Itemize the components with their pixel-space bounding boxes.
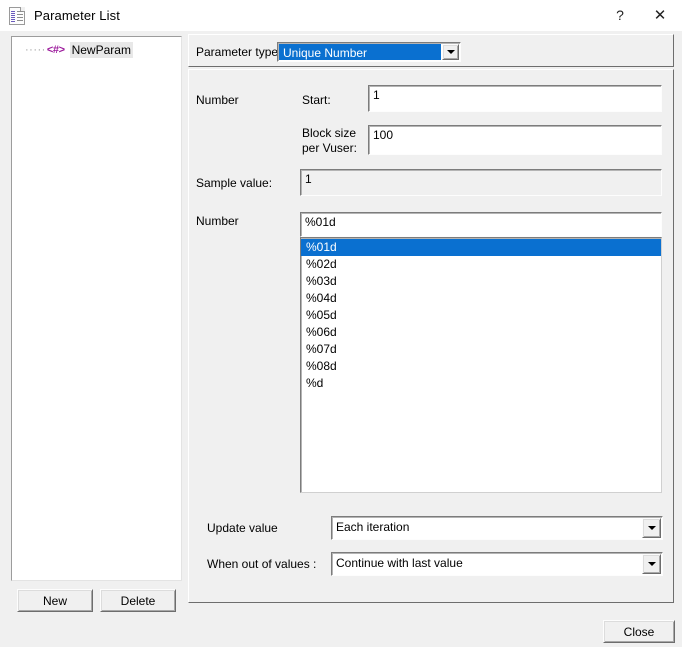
new-button[interactable]: New bbox=[17, 589, 93, 612]
tree-item-label: NewParam bbox=[69, 41, 133, 58]
sample-value-label: Sample value: bbox=[196, 176, 273, 190]
parameter-type-label: Parameter type: bbox=[196, 45, 282, 59]
block-size-input[interactable]: 100 bbox=[368, 125, 662, 155]
out-of-values-text: Continue with last value bbox=[336, 556, 463, 570]
chevron-down-icon[interactable] bbox=[642, 554, 661, 574]
number-format-option[interactable]: %02d bbox=[301, 256, 661, 273]
number-format-label: Number bbox=[196, 214, 239, 228]
parameter-type-tag-icon: <#> bbox=[46, 43, 65, 56]
number-format-option[interactable]: %04d bbox=[301, 290, 661, 307]
window-title: Parameter List bbox=[34, 8, 120, 23]
update-value-select[interactable]: Each iteration bbox=[331, 516, 663, 540]
number-format-listbox[interactable]: %01d %02d %03d %04d %05d %06d %07d %08d %d bbox=[300, 237, 662, 493]
block-size-label: Block size per Vuser: bbox=[302, 126, 357, 156]
tree-item-newparam[interactable]: ····· <#> NewParam bbox=[12, 41, 181, 58]
number-format-option[interactable]: %06d bbox=[301, 324, 661, 341]
number-group-label: Number bbox=[196, 93, 239, 107]
sample-value-display: 1 bbox=[300, 169, 662, 196]
help-icon[interactable]: ? bbox=[604, 0, 636, 30]
tree-connector: ····· bbox=[25, 43, 46, 56]
start-input[interactable]: 1 bbox=[368, 85, 662, 112]
number-format-option[interactable]: %05d bbox=[301, 307, 661, 324]
update-value-label: Update value bbox=[207, 521, 278, 535]
close-icon[interactable]: ✕ bbox=[644, 0, 676, 30]
chevron-down-icon[interactable] bbox=[442, 44, 459, 60]
start-label: Start: bbox=[302, 93, 331, 107]
parameter-type-select[interactable]: Unique Number bbox=[277, 42, 461, 62]
parameter-list-icon bbox=[9, 6, 25, 25]
out-of-values-label: When out of values : bbox=[207, 557, 317, 571]
number-format-input[interactable]: %01d bbox=[300, 212, 662, 237]
update-value-text: Each iteration bbox=[336, 520, 410, 534]
delete-button[interactable]: Delete bbox=[100, 589, 176, 612]
block-size-label-line1: Block size bbox=[302, 126, 357, 140]
block-size-label-line2: per Vuser: bbox=[302, 141, 357, 155]
window-title-bar: Parameter List ? ✕ bbox=[0, 0, 682, 31]
parameter-type-value: Unique Number bbox=[279, 44, 441, 60]
parameter-tree[interactable]: ····· <#> NewParam bbox=[11, 36, 182, 581]
number-format-option[interactable]: %07d bbox=[301, 341, 661, 358]
out-of-values-select[interactable]: Continue with last value bbox=[331, 552, 663, 576]
chevron-down-icon[interactable] bbox=[642, 518, 661, 538]
number-format-option[interactable]: %01d bbox=[301, 239, 661, 256]
number-format-option[interactable]: %d bbox=[301, 375, 661, 392]
close-button[interactable]: Close bbox=[603, 620, 675, 643]
number-format-option[interactable]: %08d bbox=[301, 358, 661, 375]
number-format-option[interactable]: %03d bbox=[301, 273, 661, 290]
